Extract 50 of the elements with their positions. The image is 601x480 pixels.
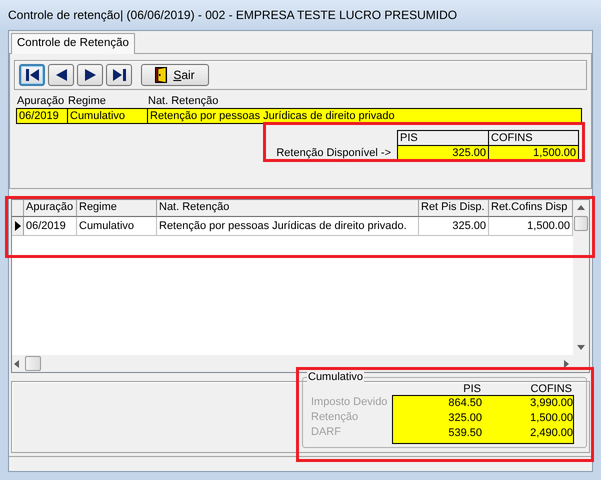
column-label: Regime	[67, 94, 107, 108]
column-header[interactable]: Nat. Retenção	[157, 200, 419, 217]
retention-label: Retenção Disponível ->	[276, 147, 391, 161]
value-text: 3,990.00	[529, 397, 574, 411]
column-header[interactable]: Regime	[77, 200, 157, 217]
door-icon	[155, 67, 168, 83]
row-label: Imposto Devido	[311, 396, 388, 410]
column-header[interactable]: Ret Pis Disp.	[419, 200, 489, 217]
column-header: COFINS	[529, 383, 573, 395]
skip-first-icon	[24, 68, 40, 82]
table-cell: Cumulativo	[77, 217, 157, 236]
row-label: Retenção	[311, 411, 360, 425]
value-text: 864.50	[447, 397, 483, 411]
column-label: Apuração	[16, 94, 66, 108]
value-text: 325.00	[447, 412, 483, 426]
last-record-button[interactable]	[106, 64, 132, 86]
group-title: Cumulativo	[307, 371, 364, 383]
scroll-down-icon	[577, 345, 585, 350]
scroll-right-icon	[564, 360, 569, 368]
value-text: 1,500.00	[529, 412, 574, 426]
table-cell: 06/2019	[24, 217, 77, 236]
value-field: 1,500.00	[489, 146, 578, 160]
exit-button[interactable]: Sair	[141, 64, 209, 86]
first-record-button[interactable]	[19, 64, 45, 86]
value-field: 325.00	[398, 146, 489, 160]
row-label: DARF	[311, 426, 342, 440]
left-triangle-icon	[54, 68, 68, 82]
scroll-left-icon	[14, 360, 19, 368]
record-field: 06/2019	[16, 108, 67, 124]
record-field: Retenção por pessoas Jurídicas de direito privado	[147, 108, 582, 124]
column-header: COFINS	[489, 131, 578, 146]
column-header[interactable]: Apuração	[24, 200, 77, 217]
value-text: 539.50	[447, 427, 483, 441]
record-field: Cumulativo	[67, 108, 147, 124]
column-header[interactable]: Ret.Cofins Disp	[489, 200, 573, 217]
skip-last-icon	[112, 68, 126, 82]
previous-button[interactable]	[48, 64, 74, 86]
table-cell: Retenção por pessoas Jurídicas de direito privado.	[157, 217, 419, 236]
table-cell: 325.00	[419, 217, 489, 236]
scrollbar-thumb[interactable]	[25, 356, 41, 371]
scrollbar-thumb[interactable]	[574, 216, 588, 231]
scroll-up-icon	[577, 205, 585, 210]
window-title: Controle de retenção| (06/06/2019) - 002 - EMPRESA TESTE LUCRO PRESUMIDO	[8, 8, 458, 22]
column-header: PIS	[462, 383, 482, 395]
column-label: Nat. Retenção	[147, 94, 220, 108]
next-button[interactable]	[77, 64, 103, 86]
column-header: PIS	[398, 131, 489, 146]
tab[interactable]: Controle de Retenção	[11, 33, 135, 54]
right-triangle-icon	[82, 68, 98, 82]
value-text: 2,490.00	[529, 427, 574, 441]
